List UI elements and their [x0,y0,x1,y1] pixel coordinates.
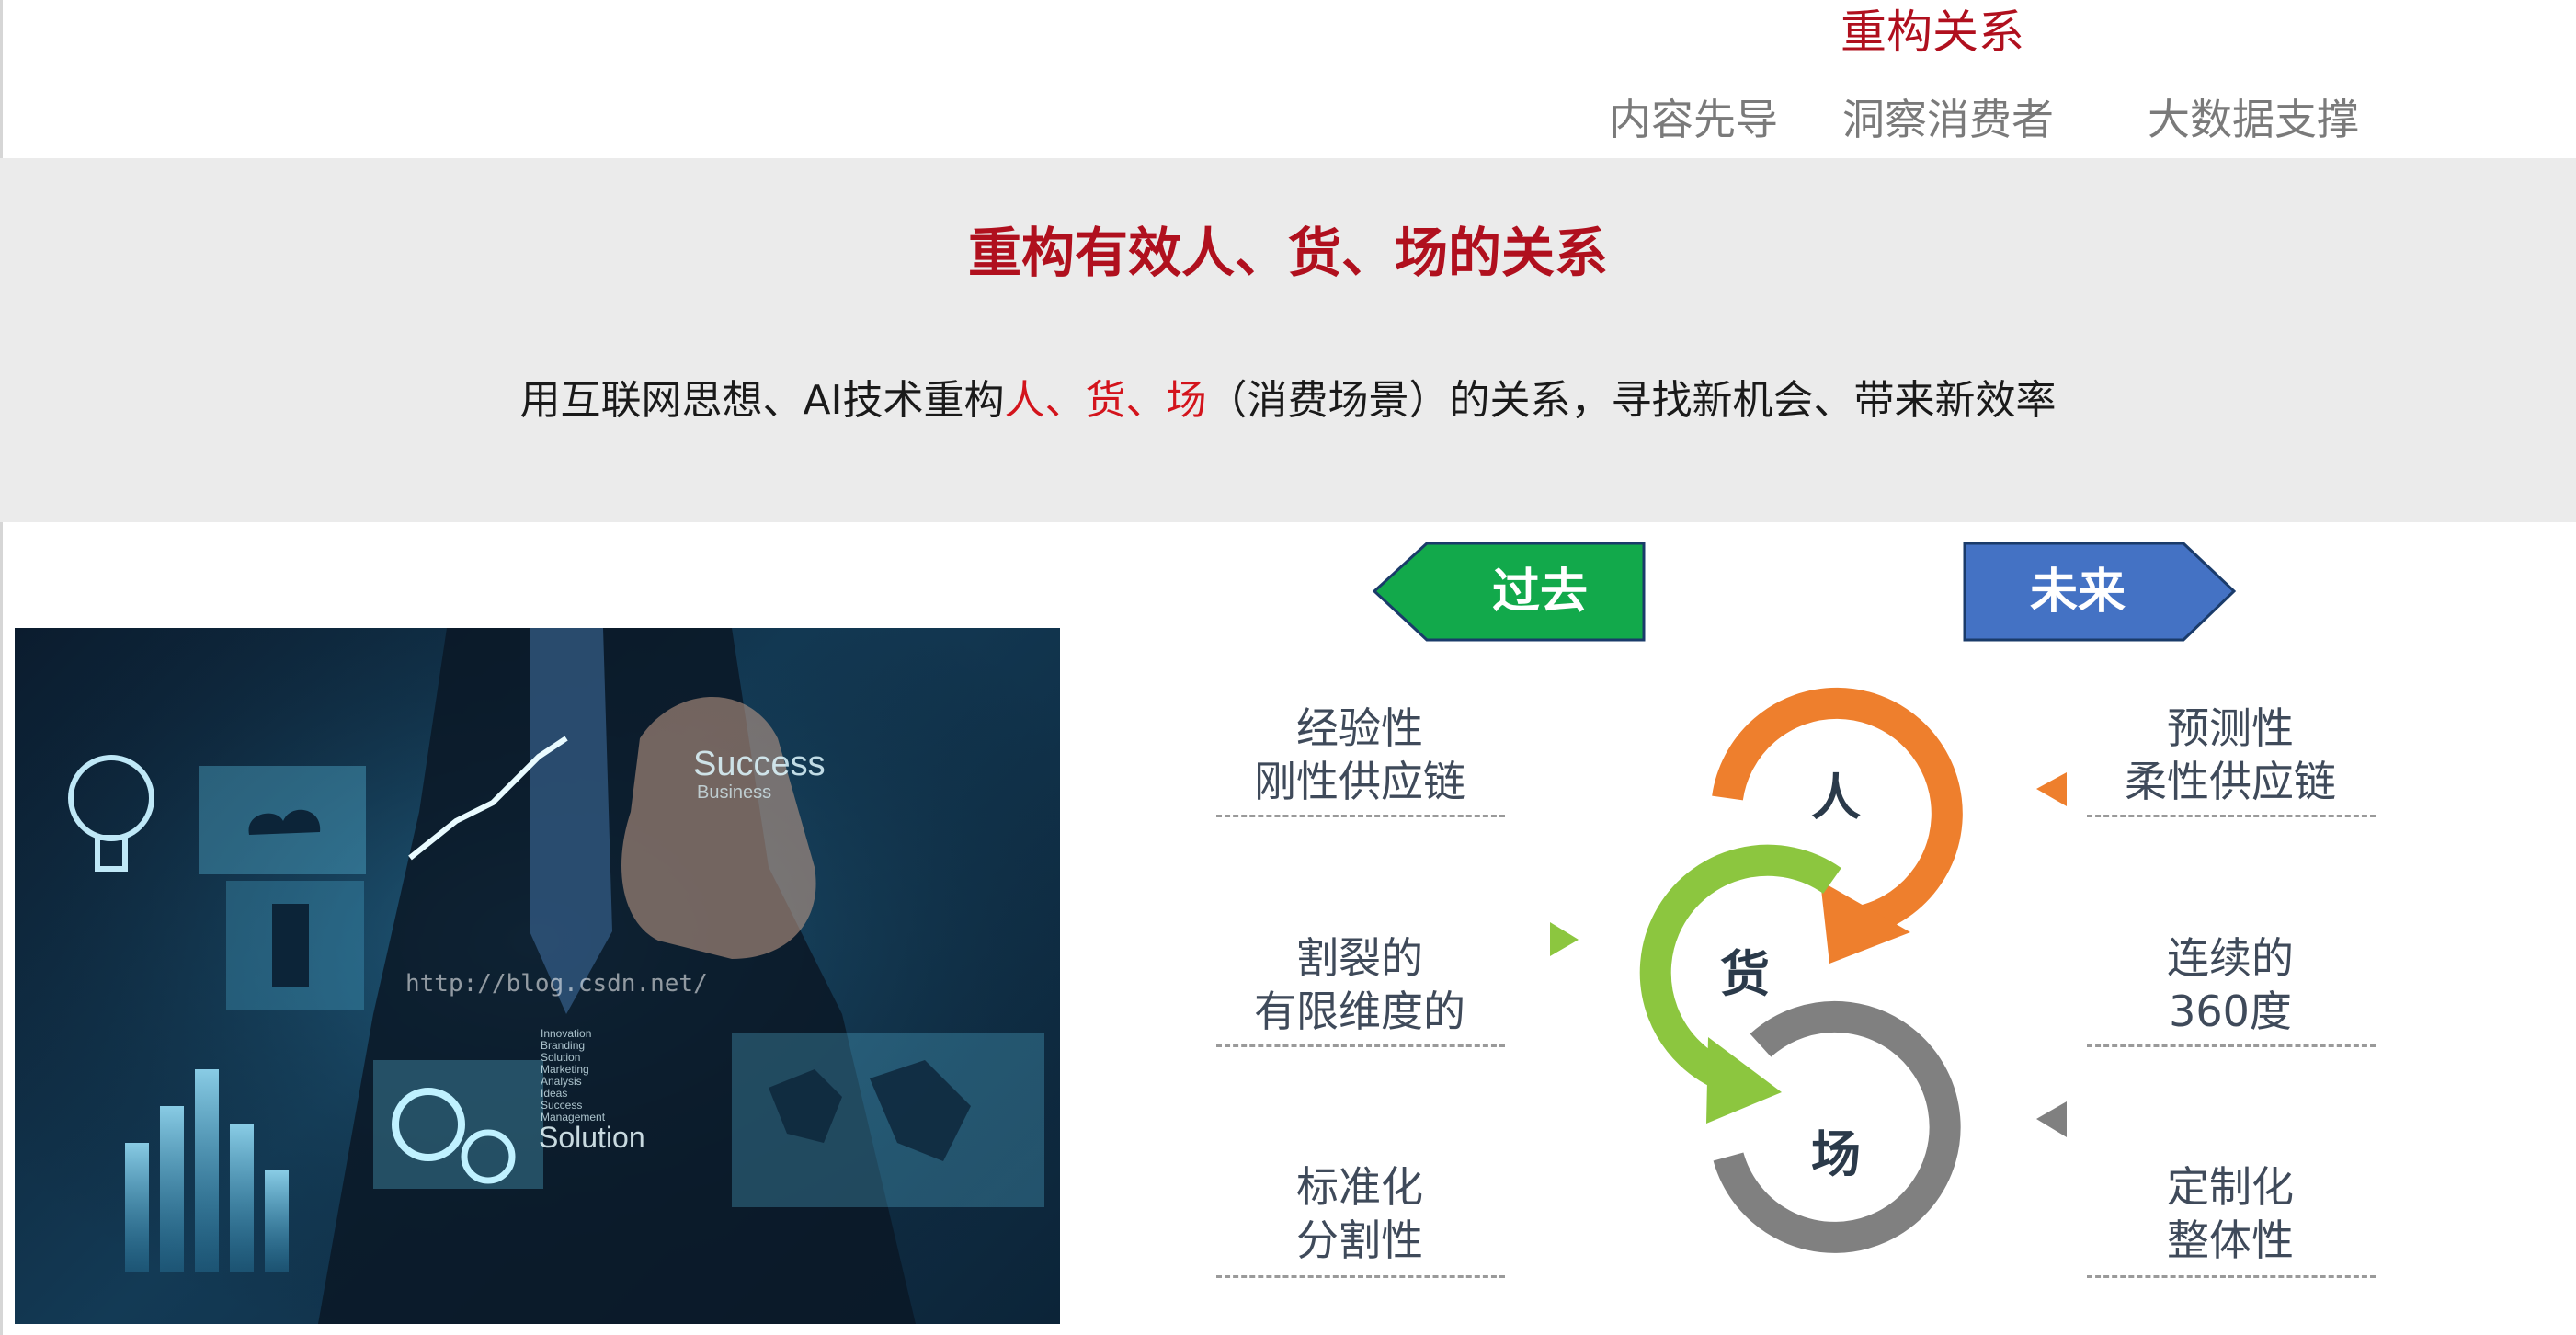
future-item-3-line1: 定制化 [2167,1162,2294,1212]
future-item-1: 预测性 柔性供应链 [2087,702,2374,808]
past-item-3-line1: 标准化 [1296,1162,1423,1212]
past-item-3-line2: 分割性 [1296,1215,1423,1265]
past-item-3: 标准化 分割性 [1216,1160,1503,1267]
future-item-1-line1: 预测性 [2167,703,2294,753]
cycle-label-ren: 人 [1811,769,1861,827]
future-tag-label: 未来 [2029,565,2126,620]
past-item-2-line1: 割裂的 [1296,933,1423,983]
past-item-2: 割裂的 有限维度的 [1216,931,1503,1038]
past-item-1: 经验性 刚性供应链 [1216,702,1503,808]
future-item-3-line2: 整体性 [2167,1215,2294,1265]
future-item-2-line1: 连续的 [2167,933,2294,983]
future-pointer-grey-icon [2036,1101,2067,1137]
future-item-2-line2: 360度 [2169,987,2292,1036]
past-tag-label: 过去 [1491,565,1588,620]
future-item-3: 定制化 整体性 [2087,1160,2374,1267]
future-item-2: 连续的 360度 [2087,931,2374,1038]
past-pointer-icon [1550,922,1579,956]
cycle-label-chang: 场 [1811,1125,1861,1183]
future-item-1-line2: 柔性供应链 [2125,757,2336,806]
past-divider-2 [1216,1044,1505,1047]
past-item-1-line2: 刚性供应链 [1254,757,1465,806]
future-divider-3 [2087,1275,2376,1278]
past-item-1-line1: 经验性 [1296,703,1423,753]
past-divider-1 [1216,815,1505,817]
future-divider-2 [2087,1044,2376,1047]
relationship-diagram [1372,542,2237,1253]
future-divider-1 [2087,815,2376,817]
past-item-2-line2: 有限维度的 [1254,987,1465,1036]
future-pointer-orange-icon [2036,772,2067,806]
past-divider-3 [1216,1275,1505,1278]
cycle-label-huo: 货 [1720,945,1770,1003]
cycle-ren-arc [1712,687,1963,964]
